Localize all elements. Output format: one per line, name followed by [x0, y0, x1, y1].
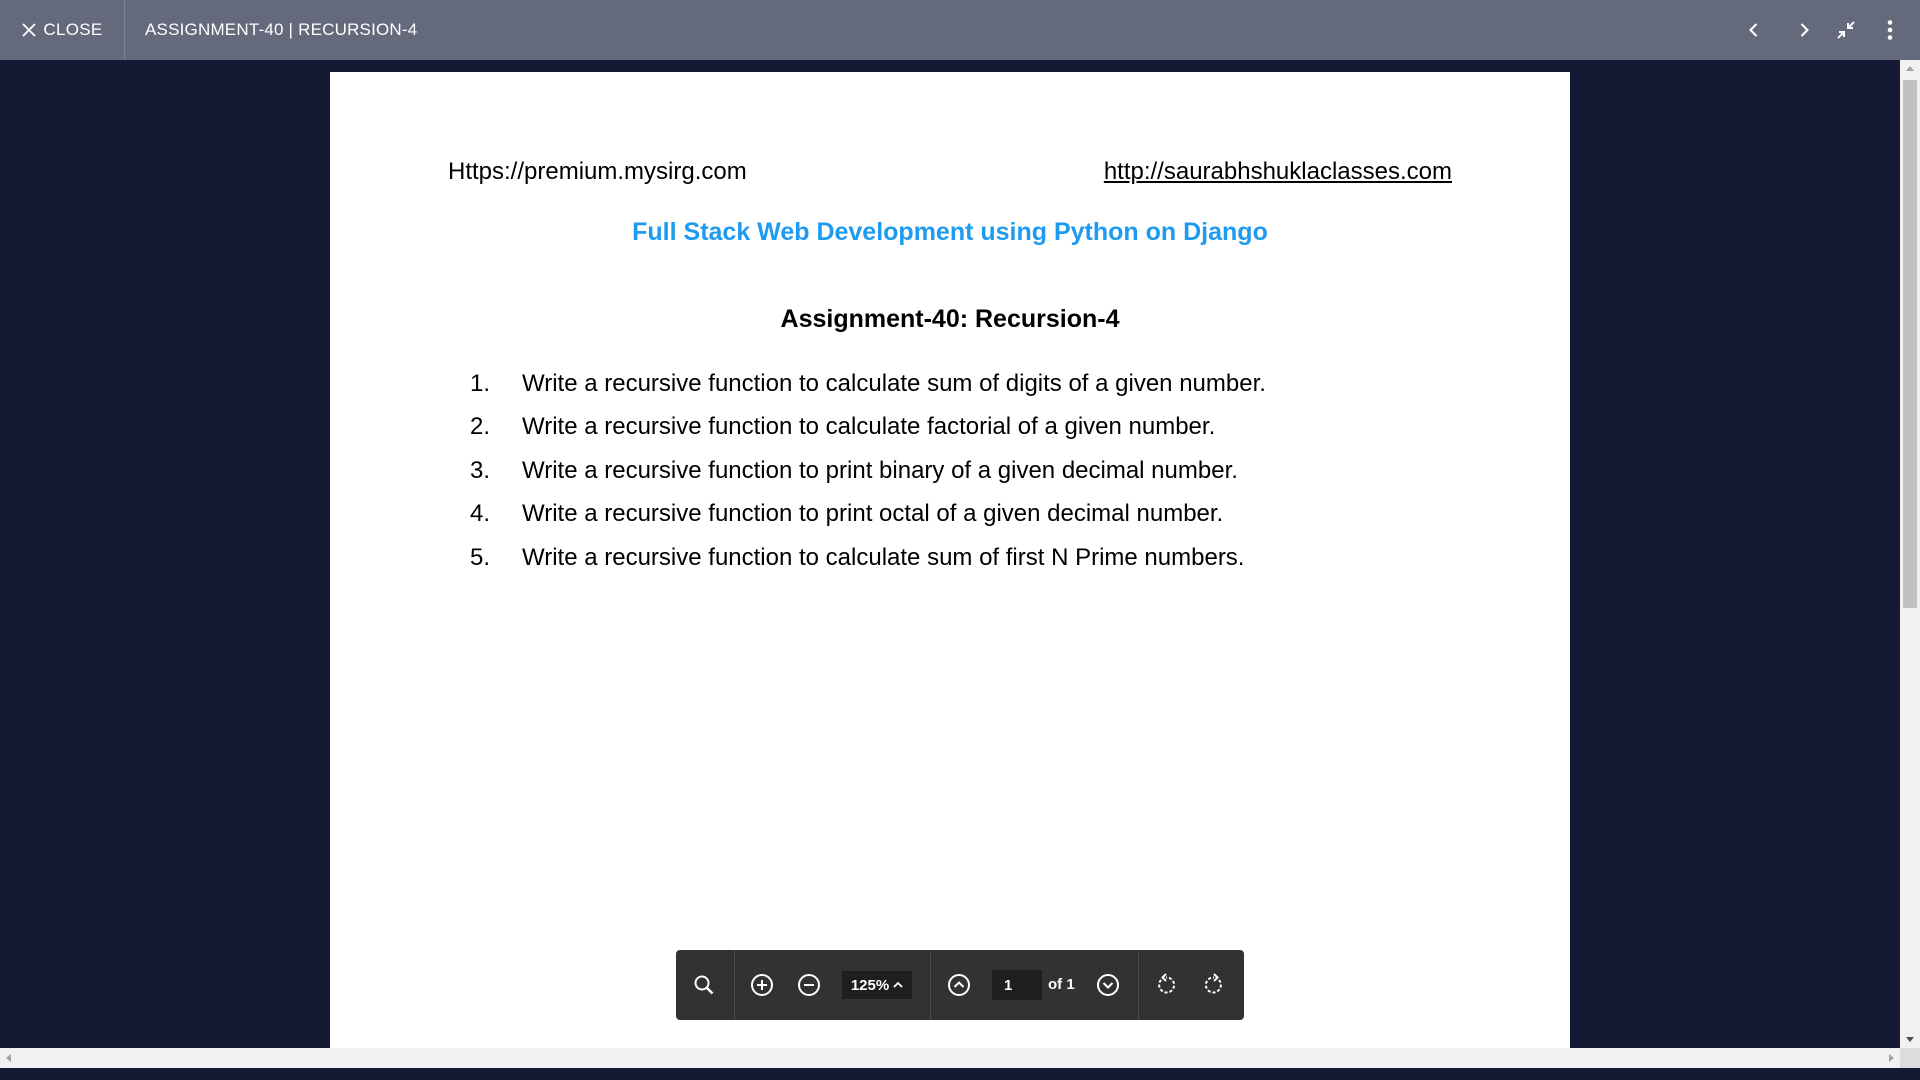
- toolbar-divider: [734, 950, 735, 1020]
- viewer-header: CLOSE ASSIGNMENT-40 | RECURSION-4: [0, 0, 1920, 60]
- toolbar-divider: [930, 950, 931, 1020]
- question-text: Write a recursive function to calculate …: [522, 413, 1216, 441]
- page-number-input[interactable]: [992, 970, 1042, 1000]
- vertical-scroll-thumb[interactable]: [1903, 80, 1917, 608]
- question-text: Write a recursive function to calculate …: [522, 369, 1266, 397]
- toolbar-divider: [1138, 950, 1139, 1020]
- header-divider: [124, 0, 125, 60]
- page-total-label: of 1: [1048, 976, 1075, 993]
- question-item: 2. Write a recursive function to calculat…: [470, 406, 1266, 450]
- close-icon: [22, 23, 37, 37]
- close-button[interactable]: CLOSE: [0, 0, 124, 60]
- rotate-right-icon: [1204, 973, 1222, 994]
- previous-page-button[interactable]: [943, 969, 975, 1001]
- question-text: Write a recursive function to print octa…: [522, 500, 1224, 528]
- scroll-left-arrow-icon[interactable]: [6, 1054, 11, 1062]
- assignment-title: Assignment-40: Recursion-4: [780, 305, 1120, 333]
- bottom-strip: [0, 1068, 1920, 1080]
- more-vert-icon: [1887, 20, 1893, 40]
- scroll-right-arrow-icon[interactable]: [1889, 1054, 1894, 1062]
- chevron-right-icon: [1800, 23, 1809, 37]
- search-icon: [694, 975, 714, 995]
- url-left: Https://premium.mysirg.com: [448, 158, 747, 185]
- question-list: 1. Write a recursive function to calculat…: [470, 362, 1266, 580]
- zoom-in-icon: [751, 974, 773, 996]
- scroll-down-arrow-icon[interactable]: [1906, 1037, 1914, 1042]
- scrollbar-corner: [1900, 1048, 1920, 1068]
- zoom-out-icon: [798, 974, 820, 996]
- next-page-button[interactable]: [1092, 969, 1124, 1001]
- pdf-viewer[interactable]: Https://premium.mysirg.com http://saurab…: [0, 60, 1900, 1048]
- question-number: 4.: [470, 500, 491, 528]
- question-text: Write a recursive function to print bina…: [522, 456, 1238, 484]
- zoom-select[interactable]: 125%: [842, 971, 912, 999]
- course-title: Full Stack Web Development using Python …: [632, 218, 1268, 246]
- question-number: 3.: [470, 456, 491, 484]
- question-text: Write a recursive function to calculate …: [522, 543, 1245, 571]
- more-options-button[interactable]: [1872, 12, 1908, 48]
- horizontal-scrollbar[interactable]: [0, 1048, 1900, 1068]
- pdf-page: Https://premium.mysirg.com http://saurab…: [330, 72, 1570, 1048]
- question-number: 2.: [470, 413, 491, 441]
- question-item: 5. Write a recursive function to calculat…: [470, 536, 1266, 580]
- rotate-right-button[interactable]: [1198, 969, 1230, 1001]
- page-up-icon: [948, 974, 970, 996]
- page-down-icon: [1097, 974, 1119, 996]
- question-item: 4. Write a recursive function to print oc…: [470, 493, 1266, 537]
- rotate-left-button[interactable]: [1150, 969, 1182, 1001]
- vertical-scrollbar[interactable]: [1900, 60, 1920, 1048]
- previous-button[interactable]: [1736, 12, 1772, 48]
- zoom-out-button[interactable]: [793, 969, 825, 1001]
- question-number: 1.: [470, 369, 491, 397]
- chevron-left-icon: [1749, 23, 1758, 37]
- search-button[interactable]: [688, 969, 720, 1001]
- url-right-link[interactable]: http://saurabhshuklaclasses.com: [1104, 158, 1452, 186]
- question-item: 1. Write a recursive function to calculat…: [470, 362, 1266, 406]
- close-label: CLOSE: [43, 20, 103, 39]
- scroll-up-arrow-icon[interactable]: [1906, 66, 1914, 71]
- chevron-up-icon: [893, 981, 903, 988]
- question-item: 3. Write a recursive function to print bi…: [470, 449, 1266, 493]
- zoom-in-button[interactable]: [746, 969, 778, 1001]
- pdf-toolbar: 125% of 1: [676, 950, 1244, 1020]
- exit-fullscreen-button[interactable]: [1828, 12, 1864, 48]
- exit-fullscreen-icon: [1837, 21, 1855, 39]
- next-button[interactable]: [1786, 12, 1822, 48]
- zoom-value: 125%: [850, 976, 890, 994]
- question-number: 5.: [470, 543, 491, 571]
- document-title: ASSIGNMENT-40 | RECURSION-4: [145, 20, 418, 39]
- rotate-left-icon: [1158, 973, 1176, 994]
